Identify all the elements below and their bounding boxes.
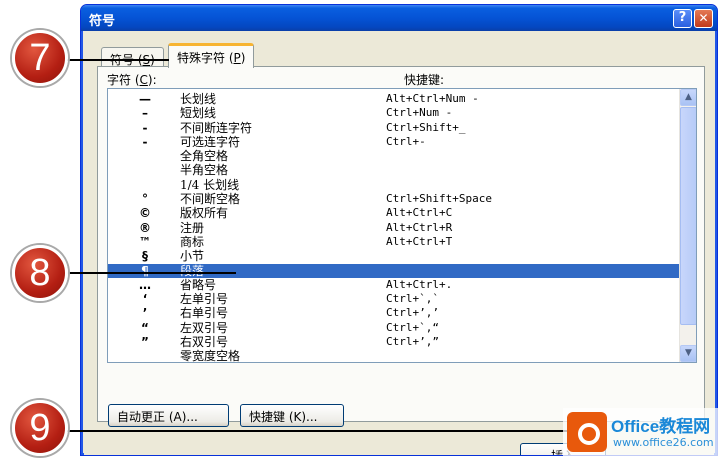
shortcut-key: Ctrl+’,” [386, 335, 439, 349]
character-glyph: § [142, 249, 148, 264]
character-column-label: 字符 (C): [107, 73, 157, 87]
list-item[interactable]: ° 不间断空格 Ctrl+Shift+Space [108, 192, 681, 206]
character-name: 版权所有 [180, 206, 229, 221]
help-button[interactable]: ? [673, 9, 692, 28]
shortcut-key: Ctrl+- [386, 134, 426, 148]
character-glyph: ” [141, 335, 149, 350]
character-glyph: - [142, 120, 148, 135]
character-name: 省略号 [180, 277, 217, 292]
callout-9: 9 [12, 400, 68, 456]
watermark-url: www.office26.com [613, 436, 714, 449]
character-name: 短划线 [180, 106, 217, 121]
character-name: 半角空格 [180, 163, 229, 178]
close-button[interactable]: ✕ [694, 9, 713, 28]
list-item[interactable]: “ 左双引号 Ctrl+`,“ [108, 321, 681, 335]
shortcut-column-label: 快捷键: [404, 73, 445, 87]
list-item[interactable]: – 短划线 Ctrl+Num - [108, 106, 681, 120]
tab-symbols[interactable]: 符号 (S) [101, 47, 164, 67]
list-item[interactable]: 全角空格 [108, 149, 681, 163]
shortcut-key: Ctrl+’,’ [386, 306, 439, 320]
list-item[interactable]: — 长划线 Alt+Ctrl+Num - [108, 92, 681, 106]
shortcut-key: Ctrl+`,` [386, 292, 439, 306]
shortcut-key: Alt+Ctrl+Num - [386, 92, 479, 105]
shortcut-key: Alt+Ctrl+T [386, 234, 453, 248]
list-item[interactable]: ’ 右单引号 Ctrl+’,’ [108, 306, 681, 320]
character-name: 段落 [180, 263, 205, 278]
list-item[interactable]: 1/4 长划线 [108, 178, 681, 192]
character-name: 右单引号 [180, 306, 229, 321]
character-name: 小节 [180, 249, 205, 264]
character-name: 零宽度空格 [180, 349, 241, 363]
scroll-thumb[interactable] [680, 107, 696, 325]
callout-leader-line [66, 59, 169, 61]
character-name: 不间断连字符 [180, 120, 253, 135]
character-glyph: – [142, 106, 148, 121]
character-glyph: “ [141, 320, 149, 335]
scroll-down-arrow-icon[interactable]: ▼ [680, 345, 696, 362]
shortcut-key-button[interactable]: 快捷键 (K)... [240, 404, 344, 427]
character-glyph: © [139, 206, 151, 221]
character-name: 可选连字符 [180, 134, 241, 149]
character-name: 右双引号 [180, 335, 229, 350]
office-logo-icon [567, 412, 607, 452]
character-name: 不间断空格 [180, 192, 241, 207]
character-glyph: ‘ [142, 292, 148, 307]
tab-panel: 字符 (C): 快捷键: — 长划线 Alt+Ctrl+Num - – 短划线 Ctrl+… [97, 66, 705, 427]
list-item[interactable]: - 不间断连字符 Ctrl+Shift+_ [108, 121, 681, 135]
list-item[interactable]: ” 右双引号 Ctrl+’,” [108, 335, 681, 349]
list-item[interactable]: - 可选连字符 Ctrl+- [108, 135, 681, 149]
tab-special-characters[interactable]: 特殊字符 (P) [168, 43, 255, 68]
title-bar[interactable]: 符号 ? ✕ [81, 5, 717, 31]
character-name: 左双引号 [180, 320, 229, 335]
symbol-dialog: 符号 ? ✕ 符号 (S) 特殊字符 (P) 字符 (C): 快捷键: — 长划线… [80, 4, 718, 456]
shortcut-key: Alt+Ctrl+C [386, 206, 453, 220]
callout-7: 7 [12, 30, 68, 86]
character-glyph: — [139, 92, 151, 106]
list-item[interactable]: 半角空格 [108, 163, 681, 177]
character-name: 长划线 [180, 92, 217, 106]
character-glyph: ° [142, 192, 148, 207]
autocorrect-button[interactable]: 自动更正 (A)... [108, 404, 229, 427]
special-characters-list[interactable]: — 长划线 Alt+Ctrl+Num - – 短划线 Ctrl+Num - - 不间断连字符 C… [107, 88, 697, 363]
list-item[interactable]: 零宽度空格 [108, 349, 681, 363]
shortcut-key: Ctrl+Num - [386, 106, 453, 120]
character-glyph: ’ [142, 306, 148, 321]
list-item[interactable]: … 省略号 Alt+Ctrl+. [108, 278, 681, 292]
character-name: 1/4 长划线 [180, 177, 240, 192]
callout-leader-line [66, 272, 236, 274]
shortcut-key: Ctrl+Shift+Space [386, 192, 492, 206]
shortcut-key: Alt+Ctrl+R [386, 220, 453, 234]
list-rows: — 长划线 Alt+Ctrl+Num - – 短划线 Ctrl+Num - - 不间断连字符 C… [108, 92, 681, 363]
list-item[interactable]: © 版权所有 Alt+Ctrl+C [108, 206, 681, 220]
scroll-up-arrow-icon[interactable]: ▲ [680, 89, 696, 106]
character-glyph: ® [139, 220, 151, 235]
character-name: 左单引号 [180, 292, 229, 307]
callout-leader-line [66, 430, 574, 432]
character-glyph: ™ [139, 234, 151, 249]
vertical-scrollbar[interactable]: ▲ ▼ [679, 89, 696, 362]
character-glyph: … [139, 277, 151, 292]
watermark: Office教程网 www.office26.com [563, 408, 723, 458]
list-item[interactable]: ™ 商标 Alt+Ctrl+T [108, 235, 681, 249]
character-name: 注册 [180, 220, 205, 235]
callout-8: 8 [12, 245, 68, 301]
list-item[interactable]: ¶ 段落 [108, 263, 681, 278]
dialog-title: 符号 [89, 14, 116, 29]
dialog-client: 符号 (S) 特殊字符 (P) 字符 (C): 快捷键: — 长划线 Alt+Ctr… [84, 31, 714, 455]
shortcut-key: Alt+Ctrl+. [386, 277, 453, 291]
character-name: 全角空格 [180, 149, 229, 164]
list-item[interactable]: ‘ 左单引号 Ctrl+`,` [108, 292, 681, 306]
list-item[interactable]: § 小节 [108, 249, 681, 263]
character-glyph: - [142, 134, 148, 149]
list-item[interactable]: ® 注册 Alt+Ctrl+R [108, 221, 681, 235]
shortcut-key: Ctrl+Shift+_ [386, 120, 466, 134]
character-glyph: ¶ [141, 263, 149, 278]
shortcut-key: Ctrl+`,“ [386, 320, 439, 334]
character-name: 商标 [180, 234, 205, 249]
watermark-text: Office教程网 [611, 417, 711, 436]
